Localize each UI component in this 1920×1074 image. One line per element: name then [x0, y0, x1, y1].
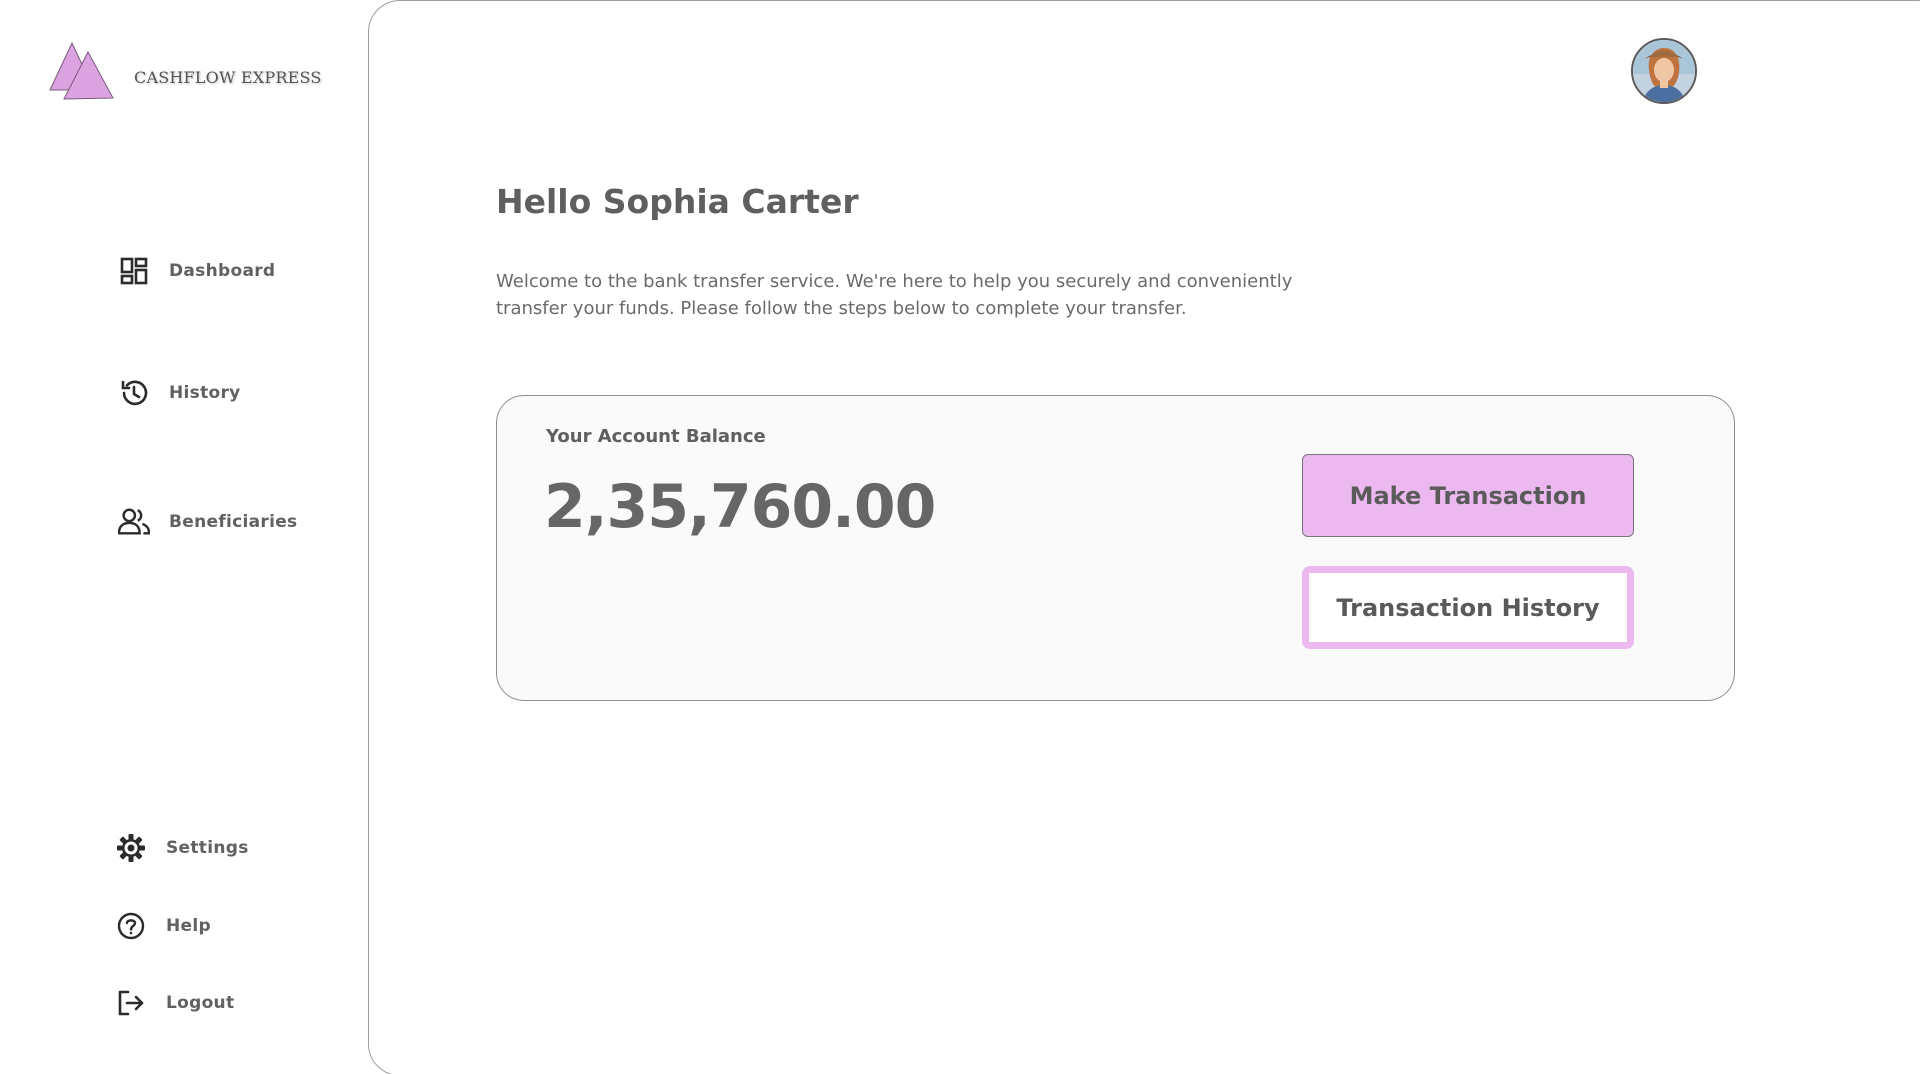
- make-transaction-button[interactable]: Make Transaction: [1302, 454, 1634, 537]
- sidebar-item-dashboard[interactable]: Dashboard: [118, 255, 275, 287]
- welcome-text: Welcome to the bank transfer service. We…: [496, 271, 1293, 319]
- balance-amount: 2,35,760.00: [544, 472, 936, 542]
- sidebar-item-help[interactable]: Help: [115, 910, 211, 942]
- dashboard-icon: [118, 255, 150, 287]
- logout-icon: [115, 987, 147, 1019]
- brand-name: CASHFLOW EXPRESS: [134, 67, 322, 87]
- user-avatar[interactable]: [1631, 38, 1697, 104]
- balance-label: Your Account Balance: [546, 426, 766, 447]
- sidebar-item-logout[interactable]: Logout: [115, 987, 234, 1019]
- sidebar-item-settings[interactable]: Settings: [115, 832, 249, 864]
- people-icon: [118, 506, 150, 538]
- gear-icon: [115, 832, 147, 864]
- sidebar-item-label: Help: [166, 916, 211, 936]
- sidebar-item-label: History: [169, 383, 241, 403]
- help-icon: [115, 910, 147, 942]
- sidebar-item-beneficiaries[interactable]: Beneficiaries: [118, 506, 297, 538]
- sidebar-item-label: Settings: [166, 838, 249, 858]
- transaction-history-button[interactable]: Transaction History: [1302, 566, 1634, 649]
- sidebar-item-label: Beneficiaries: [169, 512, 298, 532]
- sidebar-item-history[interactable]: History: [118, 377, 241, 409]
- history-icon: [118, 377, 150, 409]
- page-title: Hello Sophia Carter: [496, 182, 859, 221]
- sidebar-item-label: Logout: [166, 993, 235, 1013]
- sidebar: CASHFLOW EXPRESS Dashboard History Benef…: [0, 0, 368, 1074]
- sidebar-item-label: Dashboard: [169, 261, 276, 281]
- brand-logo-icon: [49, 42, 114, 100]
- balance-card: Your Account Balance 2,35,760.00 Make Tr…: [496, 395, 1735, 701]
- brand[interactable]: CASHFLOW EXPRESS: [48, 42, 322, 100]
